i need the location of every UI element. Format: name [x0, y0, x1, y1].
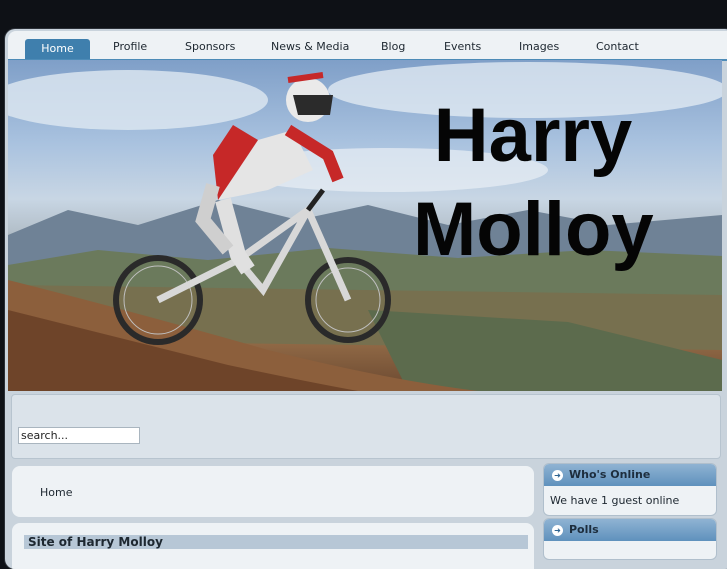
page-title: Site of Harry Molloy — [24, 535, 528, 549]
main-nav: Home Profile Sponsors News & Media Blog … — [8, 31, 727, 61]
whos-online-header: ➜ Who's Online — [544, 464, 716, 486]
nav-sponsors[interactable]: Sponsors — [185, 40, 235, 53]
nav-home[interactable]: Home — [25, 39, 90, 59]
hero-name-line2: Molloy — [413, 187, 654, 272]
search-band — [11, 394, 721, 459]
hero-banner: Harry Molloy — [8, 60, 722, 391]
nav-news-media[interactable]: News & Media — [271, 40, 349, 53]
nav-images[interactable]: Images — [519, 40, 559, 53]
site-frame: Home Profile Sponsors News & Media Blog … — [5, 29, 727, 569]
arrow-right-icon: ➜ — [552, 469, 563, 481]
whos-online-text: We have 1 guest online — [550, 494, 680, 507]
polls-module: ➜ Polls — [543, 518, 717, 560]
nav-blog[interactable]: Blog — [381, 40, 405, 53]
nav-profile[interactable]: Profile — [113, 40, 147, 53]
hero-name-line1: Harry — [433, 93, 633, 178]
search-input[interactable] — [18, 427, 140, 444]
nav-events[interactable]: Events — [444, 40, 481, 53]
arrow-right-icon: ➜ — [552, 524, 563, 536]
nav-contact[interactable]: Contact — [596, 40, 639, 53]
breadcrumb-home[interactable]: Home — [40, 486, 72, 499]
polls-title: Polls — [569, 523, 599, 536]
whos-online-title: Who's Online — [569, 468, 651, 481]
polls-header: ➜ Polls — [544, 519, 716, 541]
whos-online-module: ➜ Who's Online We have 1 guest online — [543, 463, 717, 516]
breadcrumb: Home — [12, 466, 534, 517]
main-content: Site of Harry Molloy — [12, 523, 534, 569]
